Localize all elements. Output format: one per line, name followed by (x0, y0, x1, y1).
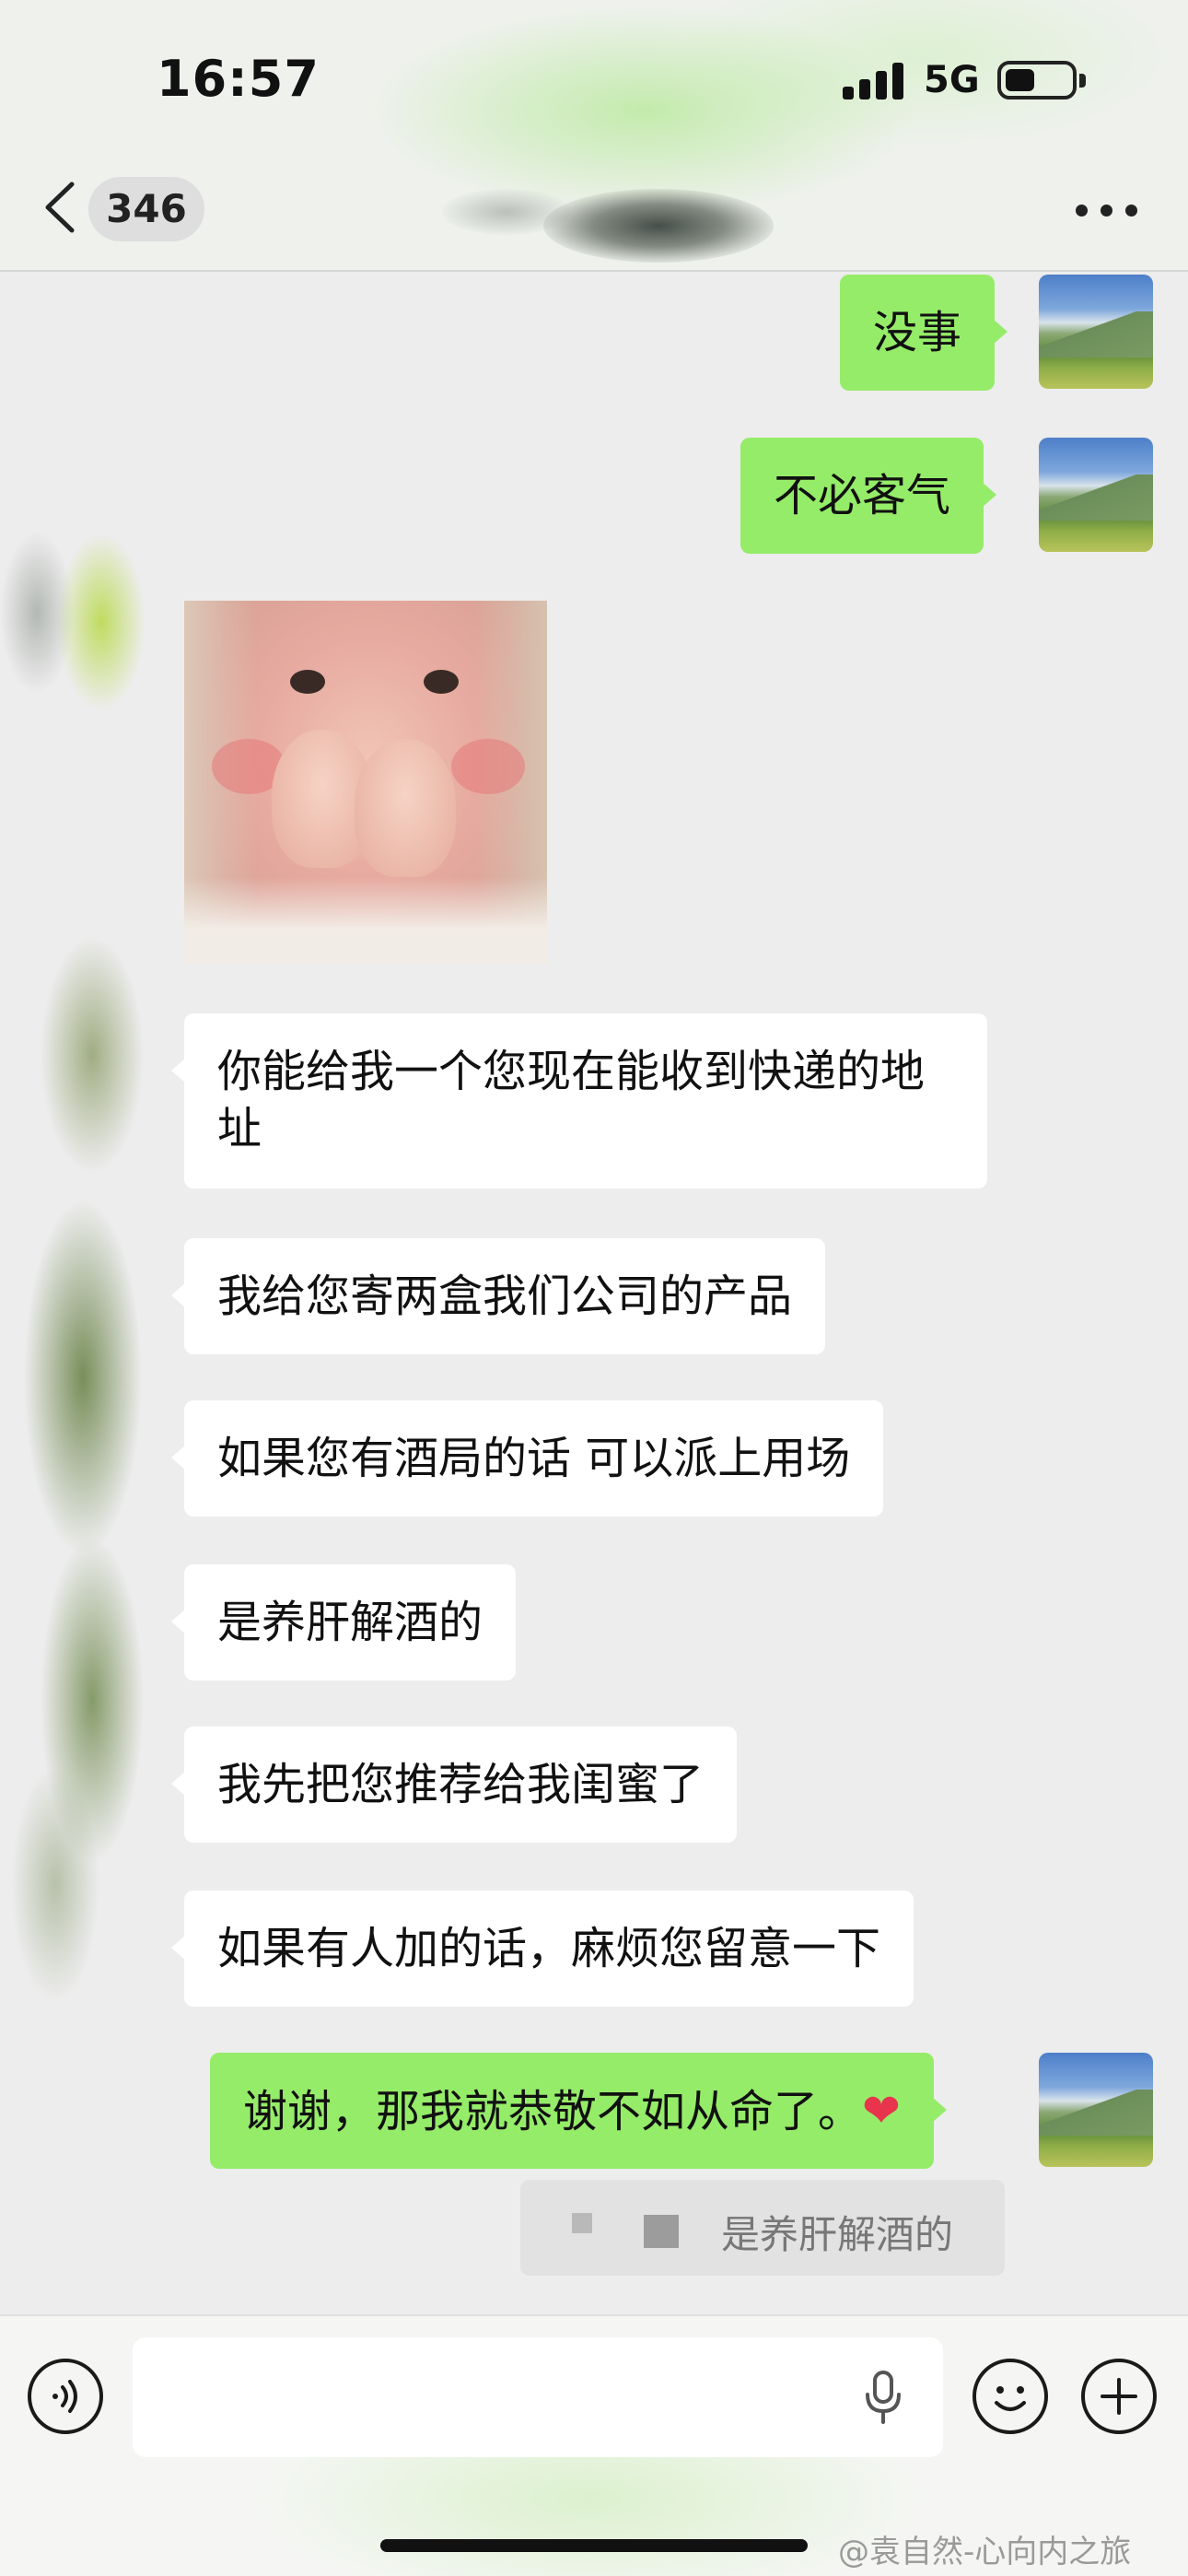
battery-level (1006, 69, 1034, 91)
message-input[interactable] (133, 2337, 943, 2457)
message-bubble-received[interactable]: 如果您有酒局的话 可以派上用场 (170, 1400, 884, 1516)
cellular-signal-icon (843, 63, 903, 100)
status-time: 16:57 (157, 50, 320, 108)
voice-input-icon[interactable] (28, 2359, 103, 2434)
message-bubble-sent[interactable]: 不必客气 (740, 438, 997, 554)
chevron-left-icon[interactable] (37, 175, 83, 240)
input-bar-divider (0, 2314, 1188, 2316)
message-text: 不必客气 (774, 470, 951, 521)
my-avatar[interactable] (1039, 2053, 1153, 2167)
message-bubble-received[interactable]: 我给您寄两盒我们公司的产品 (170, 1238, 826, 1354)
redacted-quote-sender (572, 2213, 592, 2233)
redacted-quote-sender (644, 2215, 679, 2248)
unread-count-badge[interactable]: 346 (88, 177, 204, 241)
message-text: 如果您有酒局的话 可以派上用场 (217, 1433, 851, 1484)
baby-fists-sticker[interactable] (184, 601, 547, 964)
microphone-icon[interactable] (862, 2371, 904, 2426)
message-text: 你能给我一个您现在能收到快递的地址 (217, 1046, 926, 1154)
quoted-message[interactable]: 是养肝解酒的 (520, 2180, 1005, 2276)
message-bubble-received[interactable]: 是养肝解酒的 (170, 1564, 517, 1680)
message-text: 如果有人加的话，麻烦您留意一下 (217, 1923, 881, 1974)
plus-icon[interactable] (1081, 2359, 1157, 2434)
header-divider (0, 270, 1188, 272)
quote-text: 是养肝解酒的 (721, 2212, 954, 2257)
my-avatar[interactable] (1039, 275, 1153, 389)
redacted-contact-avatar (0, 502, 184, 2087)
emoji-icon[interactable] (973, 2359, 1048, 2434)
message-text: 是养肝解酒的 (217, 1597, 483, 1648)
heart-emoji: ❤ (862, 2084, 901, 2137)
message-bubble-received[interactable]: 你能给我一个您现在能收到快递的地址 (171, 1013, 987, 1188)
battery-cap (1079, 74, 1086, 88)
home-indicator[interactable] (380, 2539, 808, 2552)
message-text: 我先把您推荐给我闺蜜了 (217, 1759, 705, 1810)
redacted-contact-name-main (543, 189, 774, 263)
message-bubble-sent[interactable]: 没事 (840, 275, 1008, 391)
message-text: 谢谢，那我就恭敬不如从命了。 (243, 2086, 863, 2137)
battery-icon (997, 61, 1077, 100)
message-bubble-received[interactable]: 我先把您推荐给我闺蜜了 (170, 1727, 738, 1843)
my-avatar[interactable] (1039, 438, 1153, 552)
message-text: 没事 (873, 307, 962, 358)
watermark: @袁自然-心向内之旅 (838, 2534, 1132, 2570)
message-bubble-received[interactable]: 如果有人加的话，麻烦您留意一下 (170, 1891, 914, 2007)
message-text: 我给您寄两盒我们公司的产品 (217, 1270, 793, 1322)
message-bubble-sent[interactable]: 谢谢，那我就恭敬不如从命了。❤ (210, 2053, 947, 2169)
more-dots-icon[interactable] (1076, 197, 1140, 225)
network-type: 5G (924, 59, 980, 101)
